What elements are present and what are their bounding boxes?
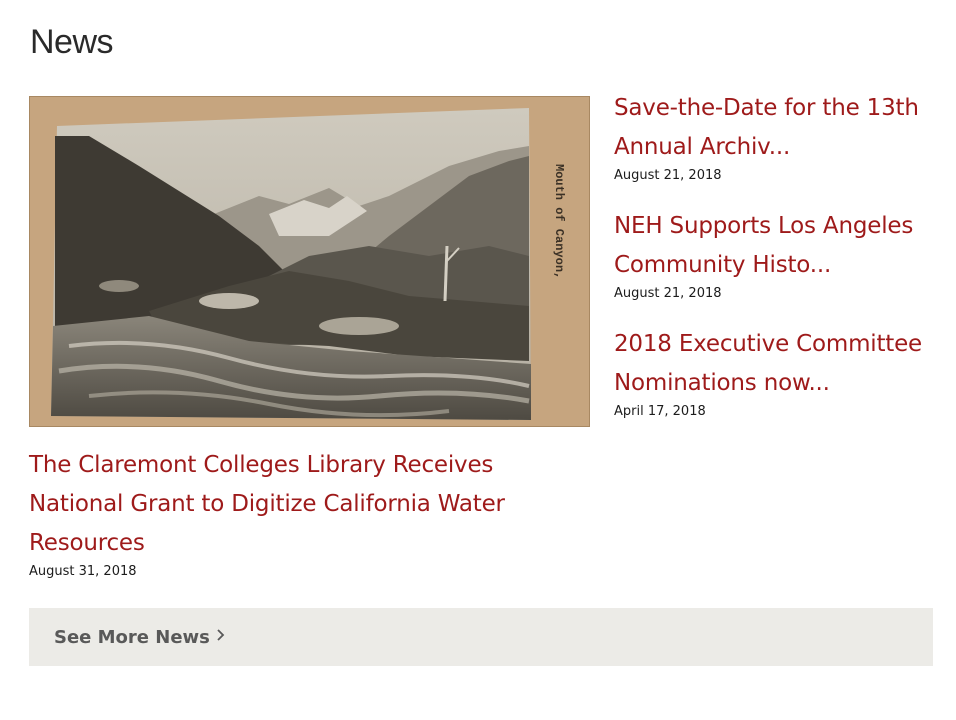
news-item-date: April 17, 2018 [614, 404, 706, 419]
news-item-headline-link[interactable]: NEH Supports Los Angeles Community Histo… [614, 207, 939, 285]
news-list-item: NEH Supports Los Angeles Community Histo… [614, 207, 944, 303]
news-list-item: Save-the-Date for the 13th Annual Archiv… [614, 89, 944, 185]
featured-news-headline-link[interactable]: The Claremont Colleges Library Receives … [29, 446, 569, 563]
chevron-right-icon [217, 628, 225, 647]
see-more-news-button[interactable]: See More News [29, 608, 933, 666]
news-list-item: 2018 Executive Committee Nominations now… [614, 325, 944, 421]
featured-news-image[interactable]: Mouth of Canyon, [29, 96, 590, 427]
news-item-date: August 21, 2018 [614, 286, 722, 301]
featured-image-caption: Mouth of Canyon, [552, 164, 566, 279]
news-item-headline-link[interactable]: 2018 Executive Committee Nominations now… [614, 325, 939, 403]
featured-news-date: August 31, 2018 [29, 564, 137, 579]
featured-news-card: Mouth of Canyon, The Claremont Colleges … [29, 96, 590, 581]
news-list: Save-the-Date for the 13th Annual Archiv… [614, 89, 944, 443]
news-item-headline-link[interactable]: Save-the-Date for the 13th Annual Archiv… [614, 89, 939, 167]
news-section-title: News [30, 23, 114, 61]
see-more-news-label: See More News [54, 626, 210, 648]
news-item-date: August 21, 2018 [614, 168, 722, 183]
